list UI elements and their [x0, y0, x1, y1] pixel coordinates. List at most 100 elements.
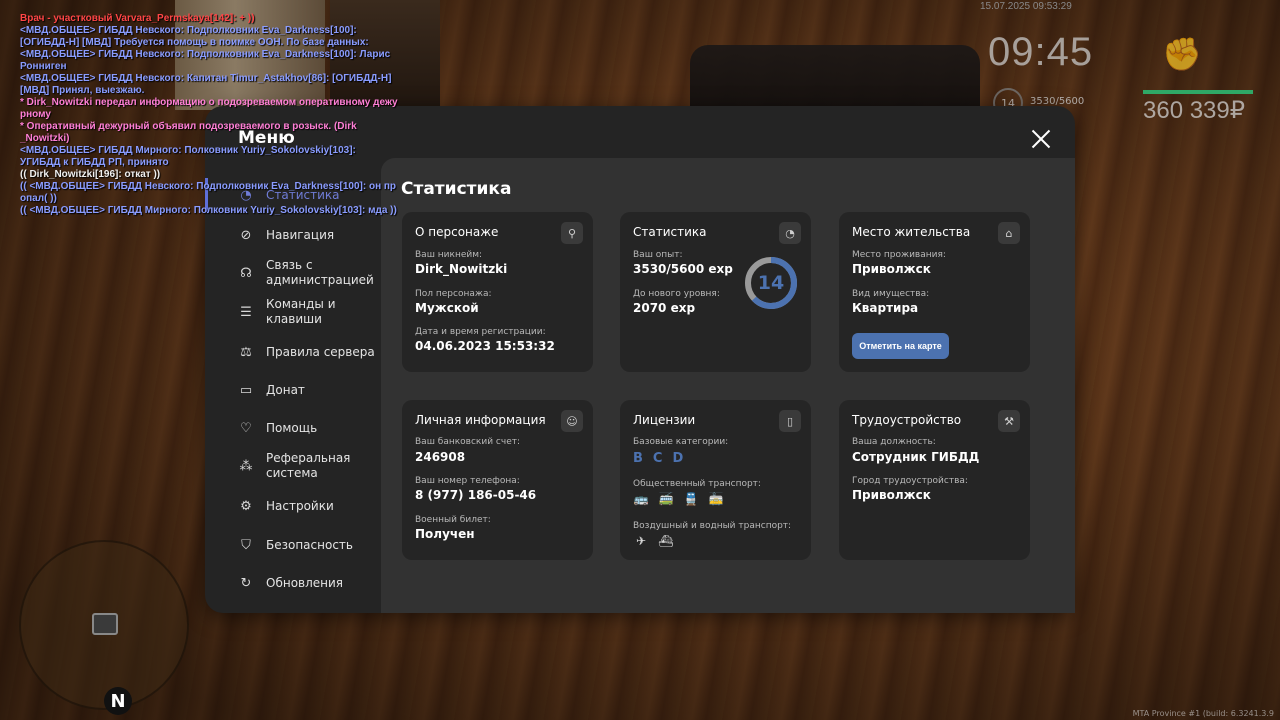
document-icon: ☰ — [240, 304, 252, 320]
chat-line: <МВД.ОБЩЕЕ> ГИБДД Невского: Подполковник… — [20, 25, 357, 36]
registration-label: Дата и время регистрации: — [415, 327, 546, 337]
sidebar-item-security[interactable]: ⛉ Безопасность — [205, 536, 381, 554]
hud-clock: 09:45 — [988, 30, 1094, 74]
residence-label: Место проживания: — [852, 250, 946, 260]
sidebar-item-label: Помощь — [266, 420, 318, 435]
mark-on-map-button[interactable]: Отметить на карте — [852, 333, 949, 359]
card-title: Личная информация — [415, 413, 546, 427]
card-statistics: Статистика ◔ Ваш опыт: 3530/5600 exp До … — [620, 212, 811, 372]
position-label: Ваша должность: — [852, 437, 936, 447]
military-value: Получен — [415, 527, 475, 541]
gender-value: Мужской — [415, 301, 479, 315]
sidebar-item-updates[interactable]: ↻ Обновления — [205, 574, 381, 592]
exp-value: 3530/5600 exp — [633, 262, 733, 276]
hud-date: 15.07.2025 09:53:29 — [980, 1, 1072, 12]
tools-icon: ⚒ — [998, 410, 1020, 432]
next-level-value: 2070 exp — [633, 301, 696, 315]
property-value: Квартира — [852, 301, 919, 315]
sidebar-item-label: Правила сервера — [266, 344, 375, 359]
work-city-label: Город трудоустройства: — [852, 476, 968, 486]
base-categories-label: Базовые категории: — [633, 437, 729, 447]
bus-icon: 🚌 — [633, 492, 649, 506]
sidebar-item-label: Донат — [266, 382, 305, 397]
pie-chart-icon: ◔ — [779, 222, 801, 244]
sidebar-item-label: Безопасность — [266, 537, 353, 552]
gender-label: Пол персонажа: — [415, 289, 492, 299]
headset-icon: ☊ — [240, 265, 252, 281]
phone-label: Ваш номер телефона: — [415, 476, 520, 486]
chat-line: (( <МВД.ОБЩЕЕ> ГИБДД Невского: Подполков… — [20, 181, 397, 192]
chat-line: * Dirk_Nowitzki передал информацию о под… — [20, 97, 398, 108]
shield-icon: ⛉ — [241, 537, 251, 553]
sidebar-item-label: Обновления — [266, 575, 344, 590]
residence-value: Приволжск — [852, 262, 931, 276]
military-label: Военный билет: — [415, 515, 491, 525]
public-transport-label: Общественный транспорт: — [633, 479, 761, 489]
sidebar-item-navigation[interactable]: ⊘ Навигация — [205, 226, 381, 244]
profile-icon: ☺ — [561, 410, 583, 432]
user-icon: ⚲ — [561, 222, 583, 244]
card-employment: Трудоустройство ⚒ Ваша должность: Сотруд… — [839, 400, 1030, 560]
wallet-icon: ▭ — [239, 382, 253, 398]
handshake-icon: ♡ — [240, 420, 252, 436]
license-category: C — [652, 451, 663, 466]
sidebar-item-commands[interactable]: ☰ Команды и клавиши — [205, 297, 381, 327]
page-title: Статистика — [401, 179, 512, 199]
license-icon: ▯ — [779, 410, 801, 432]
health-bar — [1143, 90, 1253, 94]
network-icon: ⁂ — [239, 458, 253, 474]
train-icon: 🚆 — [683, 492, 699, 506]
home-icon: ⌂ — [998, 222, 1020, 244]
chat-line: [ОГИБДД-Н] [МВД] Требуется помощь в поим… — [20, 37, 369, 48]
plane-icon: ✈ — [635, 534, 647, 548]
license-category: D — [672, 451, 684, 466]
card-title: Трудоустройство — [852, 413, 962, 427]
compass-icon: ⊘ — [240, 227, 252, 243]
sidebar-item-label: Навигация — [266, 227, 335, 242]
sidebar-item-label: Команды и клавиши — [266, 297, 336, 326]
nickname-value: Dirk_Nowitzki — [415, 262, 508, 276]
license-category: B — [633, 451, 643, 466]
chat-line: Врач - участковый Varvara_Permskaya[142]… — [20, 13, 255, 24]
tram-icon: 🚋 — [708, 492, 724, 506]
sidebar-item-referral[interactable]: ⁂ Реферальная система — [205, 451, 381, 481]
card-title: Статистика — [633, 225, 707, 239]
registration-value: 04.06.2023 15:53:32 — [415, 339, 555, 353]
card-licenses: Лицензии ▯ Базовые категории: B C D Обще… — [620, 400, 811, 560]
level-value: 14 — [757, 272, 785, 294]
chat-line: <МВД.ОБЩЕЕ> ГИБДД Мирного: Полковник Yur… — [20, 145, 356, 156]
chat-line: рному — [20, 109, 51, 120]
chat-line: опал( )) — [20, 193, 57, 204]
trolleybus-icon: 🚎 — [658, 492, 674, 506]
refresh-icon: ↻ — [240, 575, 252, 591]
next-level-label: До нового уровня: — [633, 289, 720, 299]
card-residence: Место жительства ⌂ Место проживания: При… — [839, 212, 1030, 372]
property-label: Вид имущества: — [852, 289, 930, 299]
chat-line: _Nowitzki) — [20, 133, 70, 144]
build-info: MTA Province #1 (build: 6.3241.3.9 — [1132, 709, 1274, 718]
phone-value: 8 (977) 186-05-46 — [415, 488, 537, 502]
card-title: Лицензии — [633, 413, 696, 427]
sidebar-item-help[interactable]: ♡ Помощь — [205, 419, 381, 437]
chat-line: * Оперативный дежурный объявил подозрева… — [20, 121, 357, 132]
chat-line: УГИБДД к ГИБДД РП, принято — [20, 157, 169, 168]
chat-line: <МВД.ОБЩЕЕ> ГИБДД Невского: Подполковник… — [20, 49, 391, 60]
sidebar-item-contact-admin[interactable]: ☊ Связь с администрацией — [205, 258, 381, 288]
chat-line: (( <МВД.ОБЩЕЕ> ГИБДД Мирного: Полковник … — [20, 205, 397, 216]
bank-value: 246908 — [415, 450, 466, 464]
license-categories: B C D — [633, 451, 683, 466]
gear-icon: ⚙ — [240, 498, 252, 514]
sidebar-item-donate[interactable]: ▭ Донат — [205, 381, 381, 399]
fist-icon: ✊ — [1162, 35, 1202, 73]
card-title: О персонаже — [415, 225, 499, 239]
chat-line: [МВД] Принял, выезжаю. — [20, 85, 145, 96]
sidebar-item-label: Связь с администрацией — [266, 258, 374, 287]
sidebar-item-label: Реферальная система — [266, 451, 351, 480]
work-city-value: Приволжск — [852, 488, 931, 502]
sidebar-item-label: Настройки — [266, 498, 334, 513]
close-icon[interactable] — [1031, 129, 1051, 149]
sidebar-item-rules[interactable]: ⚖ Правила сервера — [205, 343, 381, 361]
bank-label: Ваш банковский счет: — [415, 437, 521, 447]
ship-icon: ⛴ — [658, 534, 674, 548]
sidebar-item-settings[interactable]: ⚙ Настройки — [205, 497, 381, 515]
